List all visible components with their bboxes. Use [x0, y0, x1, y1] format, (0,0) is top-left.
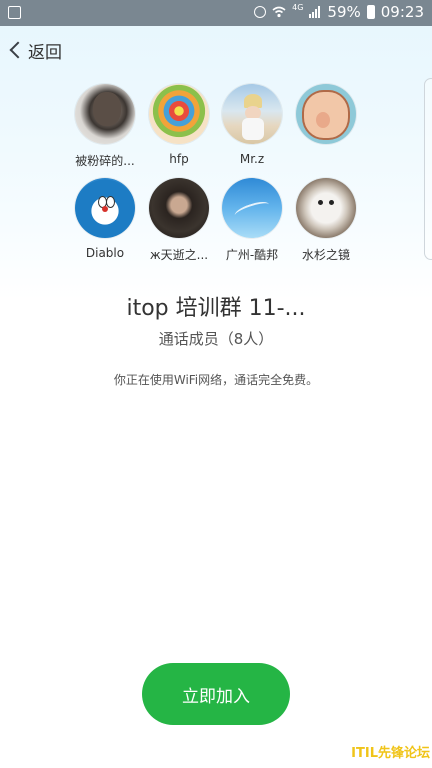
member-item[interactable]: 被粉碎的... [67, 84, 143, 169]
avatar [296, 84, 356, 144]
member-name: 被粉碎的... [75, 154, 135, 168]
member-item[interactable]: Diablo [67, 178, 143, 260]
network-type: 4G [292, 2, 304, 12]
join-button[interactable]: 立即加入 [142, 663, 290, 725]
member-name: 水杉之镜 [301, 248, 350, 262]
member-item[interactable] [288, 84, 364, 152]
alarm-icon [254, 6, 267, 18]
join-button-label: 立即加入 [182, 686, 250, 707]
signal-icon [309, 6, 321, 18]
group-title: itop 培训群 11-... [126, 296, 306, 321]
gallery-icon [8, 6, 21, 19]
member-item[interactable]: ж天逝之... [141, 178, 217, 263]
back-button[interactable]: 返回 [8, 36, 62, 64]
member-name: 广州-酷邦 [225, 248, 279, 262]
avatar [149, 178, 209, 238]
edge-panel-handle[interactable] [424, 78, 432, 260]
chevron-left-icon [9, 41, 27, 59]
wifi-note: 你正在使用WiFi网络，通话完全免费。 [113, 373, 319, 387]
avatar [75, 84, 135, 144]
avatar [222, 84, 282, 144]
member-name: Mr.z [239, 152, 265, 166]
avatar [296, 178, 356, 238]
battery-icon [366, 5, 375, 19]
member-item[interactable]: 水杉之镜 [288, 178, 364, 263]
back-label: 返回 [28, 42, 62, 63]
member-name: hfp [169, 152, 189, 166]
member-item[interactable]: hfp [141, 84, 217, 166]
avatar [75, 178, 135, 238]
member-item[interactable]: Mr.z [214, 84, 290, 166]
avatar [149, 84, 209, 144]
watermark: ITIL先锋论坛 [338, 742, 432, 766]
battery-percent: 59% [327, 3, 361, 21]
member-name: Diablo [85, 246, 125, 260]
member-item[interactable]: 广州-酷邦 [214, 178, 290, 263]
clock: 09:23 [380, 3, 424, 21]
wifi-icon [272, 6, 286, 18]
status-icons: 4G 59% 09:23 [254, 3, 424, 21]
avatar [222, 178, 282, 238]
member-name: ж天逝之... [149, 248, 209, 262]
members-count: 通话成员（8人） [158, 330, 274, 348]
status-bar: 4G 59% 09:23 [0, 0, 432, 26]
